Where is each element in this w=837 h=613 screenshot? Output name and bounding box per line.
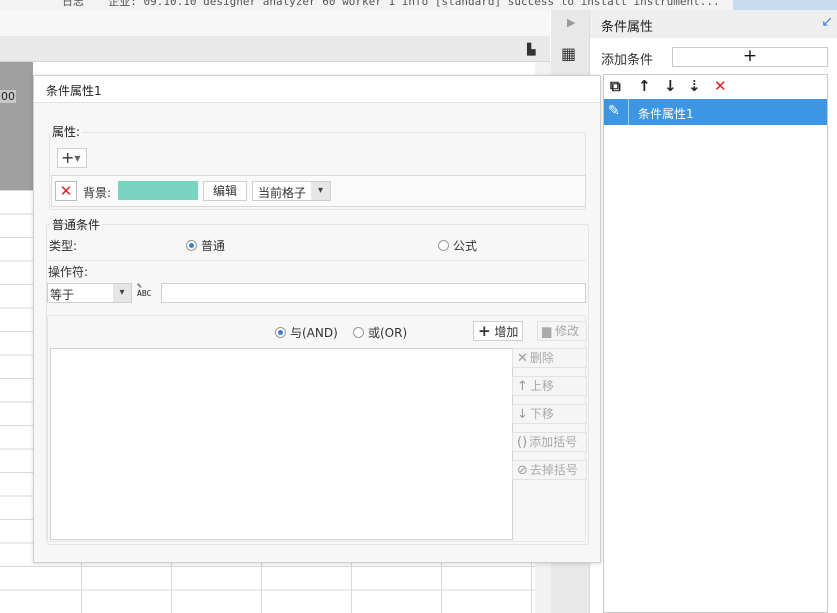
plus-icon: + [478,322,491,340]
condition-dialog: 条件属性1 属性: +▼ ✕ 背景: 编辑 当前格子 ▾ 普通条件 类型: 普通… [33,75,601,563]
add-condition-label: 添加条件 [601,53,654,68]
condition-list: ⧉ ↑ ↓ ⇣ ✕ ✎ 条件属性1 [603,74,828,613]
condition-properties-panel: 条件属性 ↙ 添加条件 + ⧉ ↑ ↓ ⇣ ✕ ✎ 条件属性1 [589,10,837,613]
scope-value: 当前格子 [258,186,307,200]
parentheses-icon: () [517,435,528,450]
list-item[interactable]: ✎ 条件属性1 [604,99,827,125]
divider [48,260,586,261]
radio-selected-icon [275,327,286,338]
log-highlight [733,0,837,10]
background-label: 背景: [83,186,112,200]
ruler-number: 00 [0,90,16,103]
delete-icon[interactable]: ✕ [714,77,727,95]
and-radio[interactable]: 与(AND) [275,324,338,341]
log-bar: 日志 企业: 09.10.10 designer analyzer 60 wor… [0,0,837,10]
attribute-legend: 属性: [50,123,83,140]
type-label: 类型: [49,239,78,253]
move-down-icon[interactable]: ↓ [664,77,677,95]
add-condition-button[interactable]: + [672,47,828,67]
pin-arrow-icon[interactable]: ↙ [821,14,833,30]
value-type-icon[interactable]: ✎ ABC [137,282,151,298]
delete-button[interactable]: ✕ 删除 [512,348,587,368]
list-item-label: 条件属性1 [638,107,694,121]
type-normal-radio[interactable]: 普通 [186,237,225,254]
panel-header: 条件属性 ↙ [590,10,837,38]
modify-button[interactable]: ▆ 修改 [537,321,587,341]
operator-label: 操作符: [48,265,89,279]
dialog-title-bar: 条件属性1 [34,76,600,103]
remove-parentheses-icon: ⊘ [517,463,528,478]
log-text: 日志 企业: 09.10.10 designer analyzer 60 wor… [62,0,720,8]
sheet-toolbar: ▙ [0,36,550,62]
move-bottom-icon[interactable]: ⇣ [688,77,701,95]
move-up-icon[interactable]: ↑ [638,77,651,95]
background-color-swatch[interactable] [118,181,198,200]
operand-input[interactable] [161,283,586,303]
delete-attribute-button[interactable]: ✕ [55,181,77,201]
panel-title: 条件属性 [601,20,654,35]
radio-empty-icon [438,240,449,251]
condition-list-toolbar: ⧉ ↑ ↓ ⇣ ✕ [604,75,827,99]
radio-empty-icon [353,327,364,338]
radio-selected-icon [186,240,197,251]
operator-value: 等于 [50,288,75,302]
operator-select[interactable]: 等于 ▾ [47,283,132,303]
remove-parentheses-button[interactable]: ⊘ 去掉括号 [512,460,587,480]
type-formula-radio[interactable]: 公式 [438,237,477,254]
add-attribute-button[interactable]: +▼ [57,148,87,168]
scope-select[interactable]: 当前格子 ▾ [252,181,331,201]
normal-condition-legend: 普通条件 [50,216,103,233]
arrow-down-icon: ↓ [517,407,528,422]
add-button[interactable]: + 增加 [473,321,523,341]
expand-arrow-icon[interactable]: ▶ [567,16,575,29]
or-radio[interactable]: 或(OR) [353,324,407,341]
dialog-title: 条件属性1 [46,84,102,98]
copy-icon[interactable]: ⧉ [610,77,621,95]
grid-settings-icon[interactable]: ▦ [561,44,576,63]
pencil-icon: ✎ [608,103,620,119]
plus-icon: + [61,148,75,167]
chevron-down-icon: ▾ [311,182,330,200]
move-down-button[interactable]: ↓ 下移 [512,404,587,424]
chevron-down-icon: ▾ [113,284,131,302]
modify-icon: ▆ [542,324,552,338]
dropdown-arrow-icon: ▼ [74,154,81,163]
toolbar-menu-icon[interactable]: ▙ [527,43,535,56]
sheet-ruler: 00 [0,62,33,190]
arrow-up-icon: ↑ [517,379,528,394]
close-icon: ✕ [517,351,528,366]
sheet-header-area [0,10,550,36]
condition-expression-list[interactable] [50,348,513,540]
add-parentheses-button[interactable]: () 添加括号 [512,432,587,452]
attribute-row: ✕ 背景: 编辑 当前格子 ▾ [51,175,586,207]
edit-button[interactable]: 编辑 [203,181,247,201]
move-up-button[interactable]: ↑ 上移 [512,376,587,396]
